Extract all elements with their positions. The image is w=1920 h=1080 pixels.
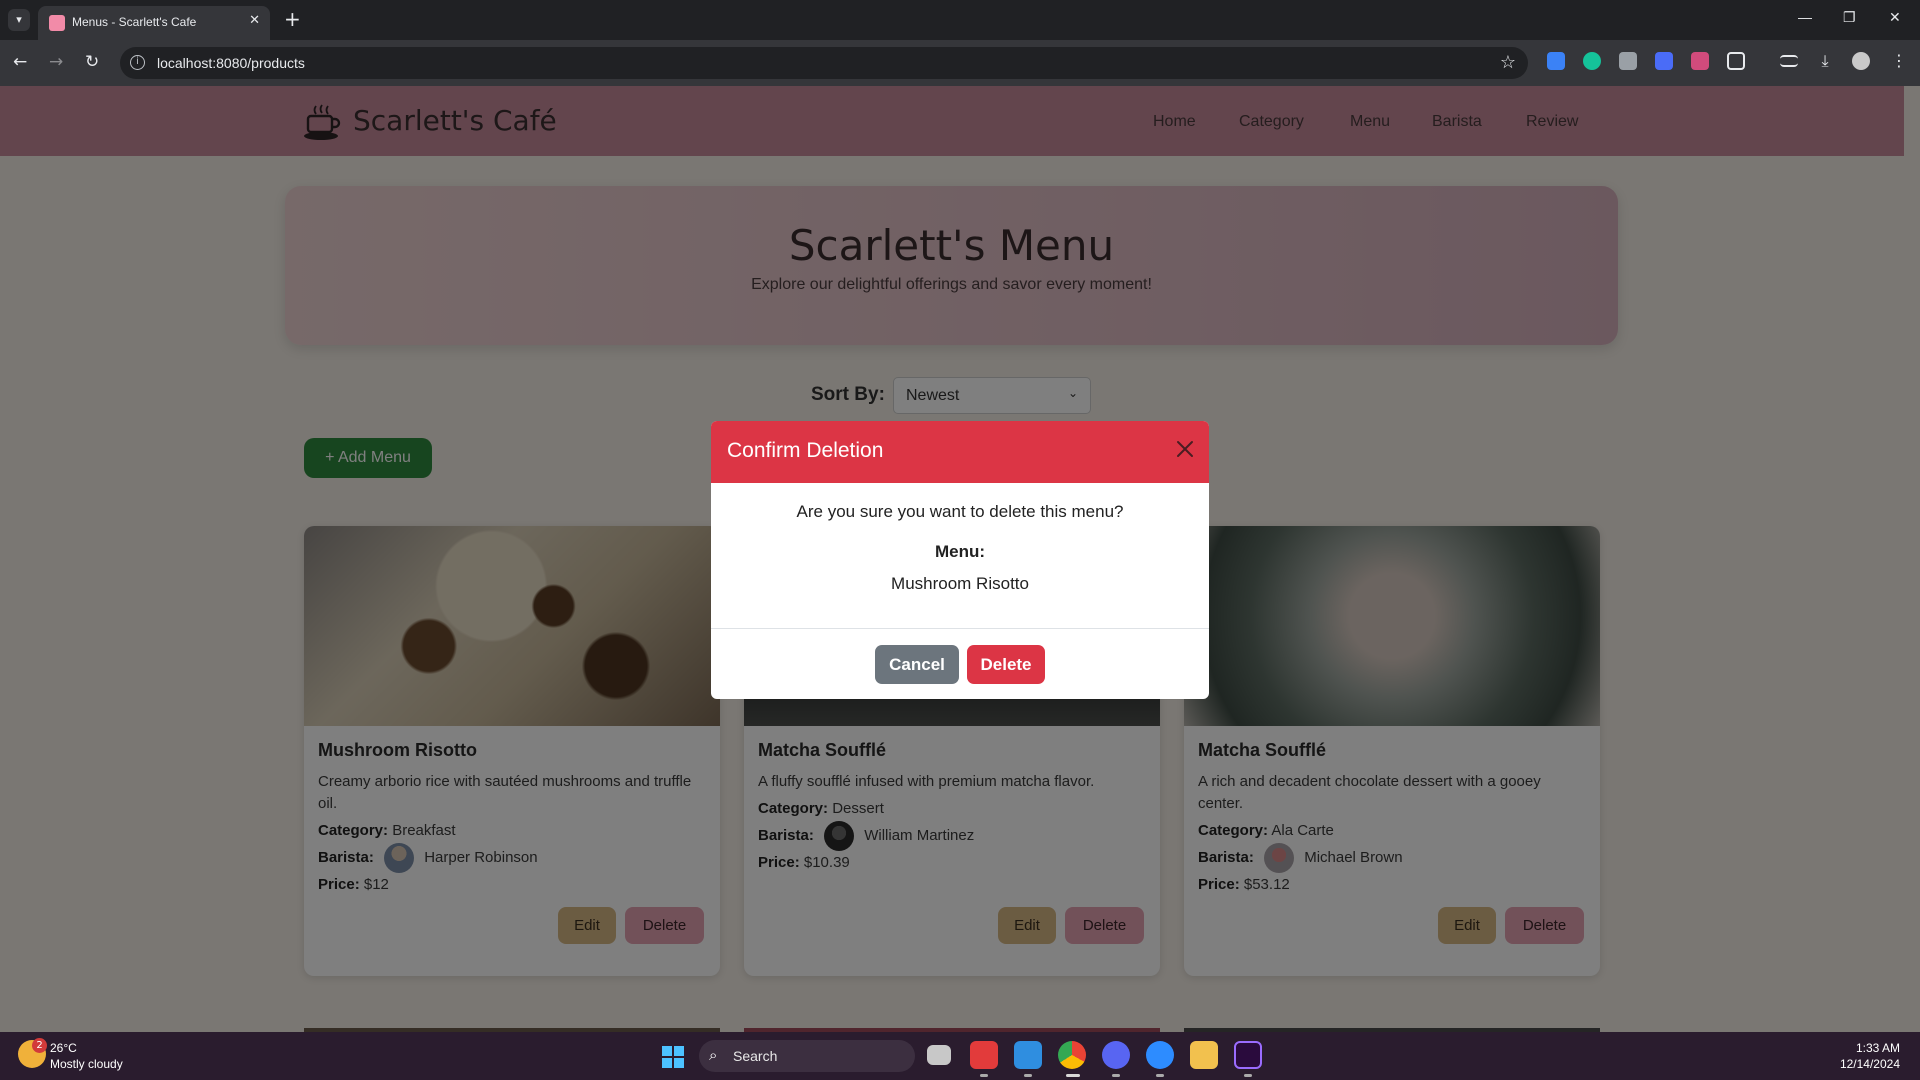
tab-title: Menus - Scarlett's Cafe <box>72 15 197 29</box>
favicon-icon <box>49 15 65 31</box>
taskbar-search[interactable]: ⌕ Search <box>699 1040 915 1072</box>
weather-temp[interactable]: 26°C <box>50 1041 77 1055</box>
address-bar[interactable]: i localhost:8080/products ☆ <box>120 47 1528 79</box>
app-indicator <box>980 1074 988 1077</box>
file-explorer-icon[interactable] <box>1190 1041 1218 1069</box>
chrome-icon[interactable] <box>1058 1041 1086 1069</box>
windows-taskbar: 2 26°C Mostly cloudy ⌕ Search 1:33 AM 12… <box>0 1032 1920 1080</box>
clock-date[interactable]: 12/14/2024 <box>1840 1057 1900 1071</box>
extensions-puzzle-icon[interactable] <box>1727 52 1745 70</box>
browser-tab[interactable]: Menus - Scarlett's Cafe ✕ <box>38 6 270 40</box>
forward-icon[interactable]: → <box>49 51 63 73</box>
app-icon[interactable] <box>970 1041 998 1069</box>
download-icon[interactable]: ⤓ <box>1816 52 1834 70</box>
search-placeholder: Search <box>733 1048 778 1064</box>
app-indicator <box>1024 1074 1032 1077</box>
tab-close-icon[interactable]: ✕ <box>249 13 260 28</box>
more-menu-icon[interactable]: ⋮ <box>1890 52 1908 70</box>
clock-time[interactable]: 1:33 AM <box>1856 1041 1900 1055</box>
app-indicator <box>1112 1074 1120 1077</box>
extension-icon[interactable] <box>1691 52 1709 70</box>
browser-tab-bar: ▾ Menus - Scarlett's Cafe ✕ + — ❐ ✕ <box>0 0 1920 40</box>
search-icon: ⌕ <box>709 1046 718 1064</box>
grammarly-icon[interactable] <box>1583 52 1601 70</box>
weather-desc[interactable]: Mostly cloudy <box>50 1057 123 1071</box>
site-info-icon[interactable]: i <box>130 55 145 70</box>
discord-icon[interactable] <box>1102 1041 1130 1069</box>
media-control-icon[interactable] <box>1780 55 1798 67</box>
extension-icon[interactable] <box>1619 52 1637 70</box>
vscode-icon[interactable] <box>1014 1041 1042 1069</box>
new-tab-button[interactable]: + <box>284 7 301 31</box>
reload-icon[interactable]: ↻ <box>85 51 99 73</box>
close-icon[interactable] <box>1173 437 1197 461</box>
app-indicator <box>1066 1074 1080 1077</box>
extension-icon[interactable] <box>1547 52 1565 70</box>
profile-avatar[interactable] <box>1852 52 1870 70</box>
minimize-icon[interactable]: — <box>1798 9 1812 25</box>
task-view-icon[interactable] <box>927 1045 951 1065</box>
tab-search-button[interactable]: ▾ <box>8 9 30 31</box>
back-icon[interactable]: ← <box>13 51 27 73</box>
modal-divider <box>711 628 1209 629</box>
zoom-icon[interactable] <box>1146 1041 1174 1069</box>
modal-title: Confirm Deletion <box>727 439 884 462</box>
cancel-button[interactable]: Cancel <box>875 645 959 684</box>
app-indicator <box>1156 1074 1164 1077</box>
app-indicator <box>1244 1074 1252 1077</box>
modal-menu-label: Menu: <box>934 542 986 561</box>
restore-icon[interactable]: ❐ <box>1843 9 1856 26</box>
modal-question: Are you sure you want to delete this men… <box>796 502 1124 521</box>
premiere-pro-icon[interactable] <box>1234 1041 1262 1069</box>
weather-badge: 2 <box>32 1038 47 1053</box>
modal-menu-name: Mushroom Risotto <box>891 574 1029 593</box>
confirm-delete-button[interactable]: Delete <box>967 645 1045 684</box>
translate-icon[interactable] <box>1655 52 1673 70</box>
confirm-deletion-modal: Confirm Deletion Are you sure you want t… <box>711 421 1209 699</box>
url-text[interactable]: localhost:8080/products <box>157 55 305 71</box>
windows-start-icon[interactable] <box>661 1045 685 1069</box>
bookmark-star-icon[interactable]: ☆ <box>1500 52 1516 73</box>
window-close-icon[interactable]: ✕ <box>1889 9 1901 26</box>
modal-header: Confirm Deletion <box>711 421 1209 483</box>
